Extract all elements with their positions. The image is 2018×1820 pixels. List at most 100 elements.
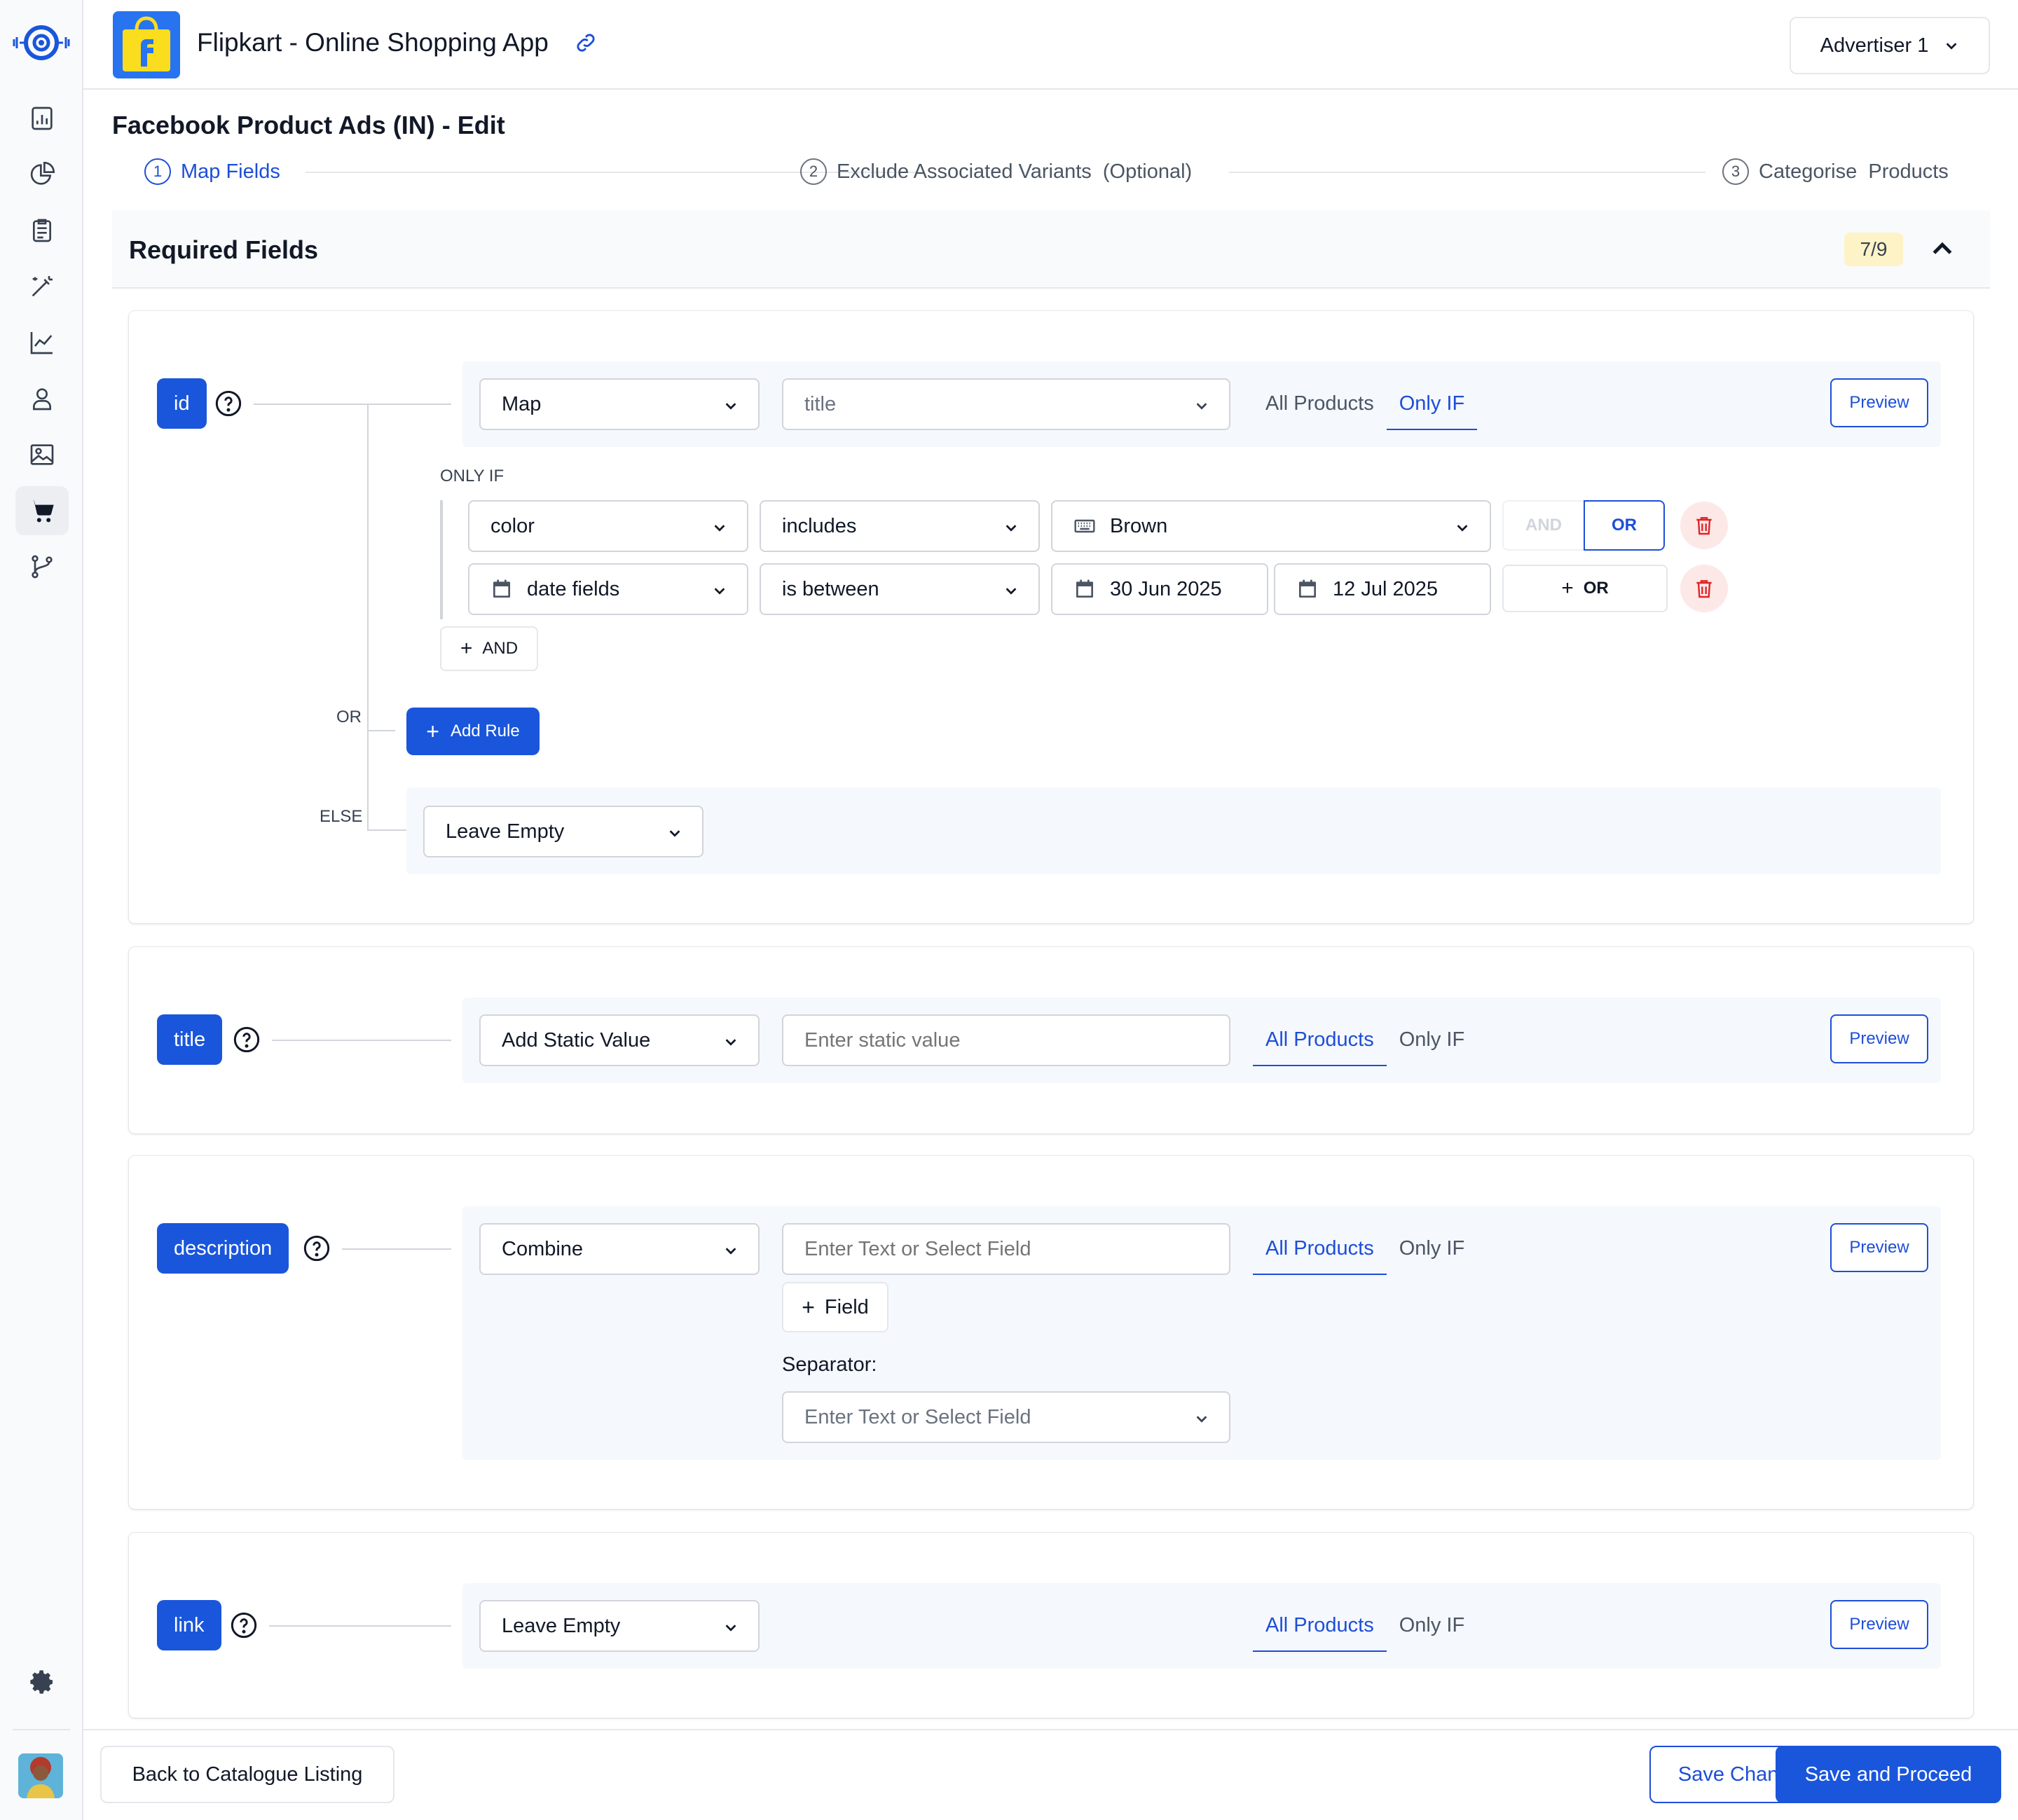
add-field-button[interactable]: + Field: [782, 1282, 888, 1332]
mapping-mode-select[interactable]: Combine: [479, 1223, 760, 1275]
chevron-down-icon: [1005, 588, 1017, 595]
save-and-proceed-button[interactable]: Save and Proceed: [1776, 1746, 2001, 1803]
field-tag-title: title: [157, 1014, 223, 1065]
add-or-condition-button[interactable]: + OR: [1502, 565, 1668, 612]
combine-text-input[interactable]: [782, 1223, 1230, 1275]
sidebar-item-settings[interactable]: [15, 1657, 69, 1707]
delete-condition-button[interactable]: [1680, 502, 1728, 549]
sidebar-item-catalogue[interactable]: [15, 486, 69, 535]
help-icon[interactable]: [233, 1026, 261, 1054]
avatar[interactable]: [18, 1753, 63, 1798]
mapping-mode-select[interactable]: Map: [479, 378, 760, 430]
tab-only-if[interactable]: Only IF: [1387, 1223, 1477, 1275]
select-value: Brown: [1110, 514, 1168, 537]
step-map-fields[interactable]: 1 Map Fields: [144, 158, 280, 185]
delete-condition-button[interactable]: [1680, 565, 1728, 612]
help-icon[interactable]: [230, 1611, 258, 1639]
date-from-input[interactable]: 30 Jun 2025: [1051, 563, 1268, 615]
date-to-input[interactable]: 12 Jul 2025: [1274, 563, 1491, 615]
else-mode-select[interactable]: Leave Empty: [423, 806, 703, 857]
help-icon[interactable]: [303, 1234, 331, 1262]
preview-button[interactable]: Preview: [1830, 1014, 1928, 1063]
field-tag-id: id: [157, 378, 207, 429]
sidebar-item-media[interactable]: [15, 430, 69, 479]
preview-button[interactable]: Preview: [1830, 1223, 1928, 1272]
back-to-catalogue-button[interactable]: Back to Catalogue Listing: [100, 1746, 394, 1803]
select-value: Add Static Value: [502, 1028, 651, 1052]
add-rule-button[interactable]: + Add Rule: [406, 708, 540, 755]
chevron-down-icon: [1005, 525, 1017, 532]
cart-icon: [30, 499, 54, 523]
field-card-id: id Map title All Products Only IF Previe…: [129, 311, 1973, 923]
button-label: OR: [1583, 579, 1609, 598]
status-badge: 7/9: [1844, 233, 1903, 266]
select-value: is between: [782, 577, 879, 600]
add-and-condition-button[interactable]: + AND: [440, 626, 538, 671]
connector-line: [269, 1625, 451, 1627]
select-value: date fields: [527, 577, 620, 600]
sidebar-divider: [13, 1729, 70, 1730]
sidebar-item-trends[interactable]: [15, 318, 69, 367]
condition-operator-select[interactable]: is between: [760, 563, 1040, 615]
report-icon: [32, 106, 53, 130]
calendar-icon: [1076, 579, 1093, 598]
sidebar-item-reports[interactable]: [15, 94, 69, 143]
static-value-input[interactable]: [782, 1014, 1230, 1066]
chevron-up-icon[interactable]: [1928, 235, 1956, 263]
tab-only-if[interactable]: Only IF: [1387, 1600, 1477, 1652]
preview-button[interactable]: Preview: [1830, 1600, 1928, 1649]
separator-select[interactable]: Enter Text or Select Field: [782, 1391, 1230, 1443]
calendar-icon: [493, 579, 510, 598]
required-fields-header[interactable]: Required Fields 7/9: [112, 210, 1990, 289]
select-value: includes: [782, 514, 857, 537]
step-exclude-variants[interactable]: 2 Exclude Associated Variants (Optional): [800, 158, 1192, 185]
image-icon: [30, 444, 54, 465]
tab-all-products[interactable]: All Products: [1253, 1223, 1387, 1275]
button-label: Add Rule: [450, 722, 520, 740]
button-label: Field: [824, 1295, 869, 1318]
sidebar-item-analytics[interactable]: [15, 150, 69, 199]
connector-line: [342, 1248, 451, 1250]
plus-icon: +: [802, 1294, 815, 1320]
condition-field-select[interactable]: date fields: [468, 563, 748, 615]
tab-all-products[interactable]: All Products: [1253, 1014, 1387, 1066]
condition-value-select[interactable]: Brown: [1051, 500, 1491, 552]
select-placeholder: Enter Text or Select Field: [804, 1405, 1031, 1428]
chevron-down-icon: [714, 588, 725, 595]
scope-tabs: All Products Only IF: [1253, 1600, 1477, 1652]
line-chart-icon: [30, 332, 53, 354]
source-field-select[interactable]: title: [782, 378, 1230, 430]
field-tag-description: description: [157, 1223, 289, 1274]
preview-button[interactable]: Preview: [1830, 378, 1928, 427]
mapping-mode-select[interactable]: Leave Empty: [479, 1600, 760, 1652]
page-title: Facebook Product Ads (IN) - Edit: [112, 111, 505, 139]
field-card-link: link Leave Empty All Products Only IF Pr…: [129, 1533, 1973, 1718]
condition-field-select[interactable]: color: [468, 500, 748, 552]
scope-tabs: All Products Only IF: [1253, 1014, 1477, 1066]
tab-only-if[interactable]: Only IF: [1386, 378, 1478, 430]
chevron-down-icon: [725, 1248, 736, 1255]
condition-operator-select[interactable]: includes: [760, 500, 1040, 552]
tab-only-if[interactable]: Only IF: [1387, 1014, 1477, 1066]
sidebar-item-magic[interactable]: [15, 262, 69, 311]
sidebar-item-workflows[interactable]: [15, 542, 69, 591]
tab-all-products[interactable]: All Products: [1253, 1600, 1387, 1652]
help-icon[interactable]: [214, 389, 242, 418]
chevron-down-icon: [1946, 43, 1957, 50]
step-categorise[interactable]: 3 Categorise Products: [1722, 158, 1949, 185]
calendar-icon: [1299, 579, 1316, 598]
and-or-toggle[interactable]: AND OR: [1502, 500, 1665, 551]
brand-logo-icon[interactable]: [10, 18, 73, 67]
chevron-down-icon: [725, 1039, 736, 1046]
chevron-down-icon: [725, 1625, 736, 1632]
section-title: Required Fields: [129, 235, 319, 264]
connector-line: [272, 1040, 451, 1041]
mapping-mode-select[interactable]: Add Static Value: [479, 1014, 760, 1066]
sidebar-item-users[interactable]: [15, 374, 69, 423]
advertiser-dropdown[interactable]: Advertiser 1: [1790, 17, 1990, 74]
toggle-and[interactable]: AND: [1502, 500, 1584, 551]
sidebar-item-tasks[interactable]: [15, 206, 69, 255]
toggle-or[interactable]: OR: [1584, 500, 1665, 551]
tab-all-products[interactable]: All Products: [1253, 378, 1387, 430]
link-icon[interactable]: [574, 31, 598, 55]
